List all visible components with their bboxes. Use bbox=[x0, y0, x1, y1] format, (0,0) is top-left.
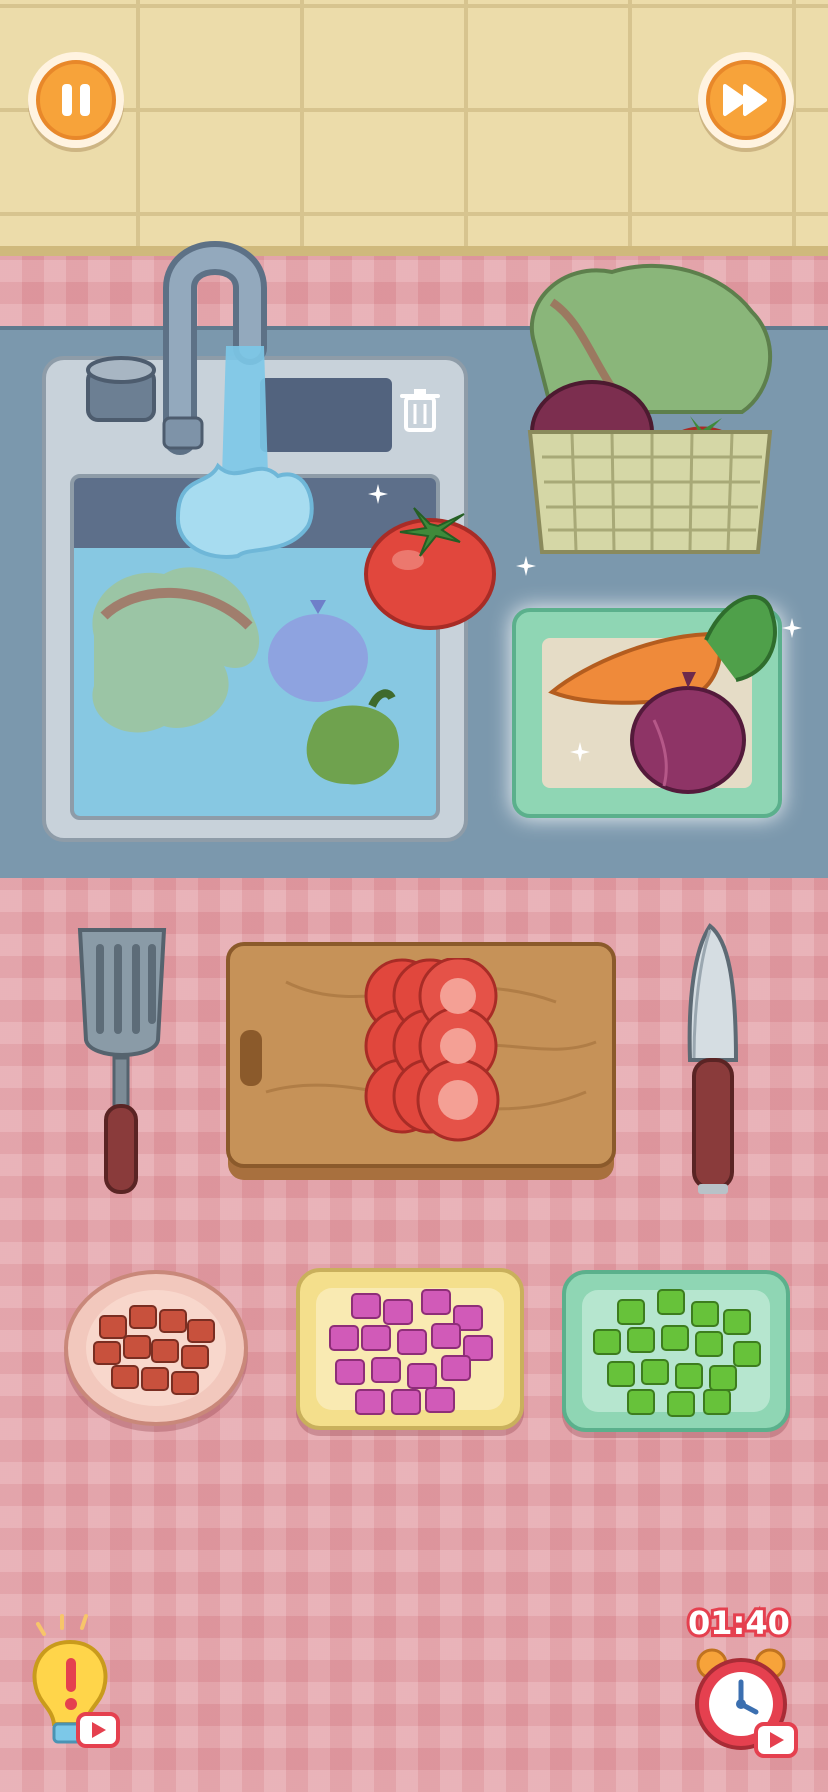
fast-forward-icon bbox=[706, 60, 786, 140]
pause-icon bbox=[36, 60, 116, 140]
trash-icon[interactable] bbox=[398, 384, 442, 436]
diced-meat bbox=[93, 1305, 215, 1395]
timer-label-wrap: 01:40 bbox=[684, 1601, 804, 1645]
video-ad-icon bbox=[754, 1722, 798, 1758]
sparkle-icon bbox=[782, 618, 802, 638]
knife[interactable] bbox=[678, 920, 748, 1200]
timer-text: 01:40 bbox=[685, 1601, 793, 1645]
tomato-held[interactable] bbox=[360, 498, 500, 632]
purple-onion-tray[interactable] bbox=[296, 1268, 524, 1430]
lettuce-in-water[interactable] bbox=[74, 556, 274, 746]
diced-green-pepper bbox=[593, 1289, 761, 1417]
sparkle-icon bbox=[570, 742, 590, 762]
fast-forward-button[interactable] bbox=[698, 52, 794, 148]
red-onion[interactable] bbox=[624, 670, 754, 800]
meat-plate[interactable] bbox=[64, 1270, 248, 1426]
water-stream bbox=[175, 346, 314, 559]
hint-button[interactable] bbox=[28, 1612, 124, 1750]
wall-trim bbox=[0, 246, 828, 256]
spatula[interactable] bbox=[70, 920, 174, 1196]
sink-knob-left[interactable] bbox=[86, 352, 156, 426]
pause-button[interactable] bbox=[28, 52, 124, 148]
timer-button[interactable] bbox=[690, 1646, 802, 1758]
vegetable-basket[interactable] bbox=[522, 262, 778, 562]
sliced-tomato[interactable] bbox=[362, 958, 502, 1146]
green-pepper-in-water[interactable] bbox=[292, 688, 412, 798]
diced-purple-onion bbox=[329, 1289, 493, 1415]
sparkle-icon bbox=[368, 484, 388, 504]
video-ad-icon bbox=[76, 1712, 120, 1748]
kitchen-wall bbox=[0, 0, 828, 252]
green-pepper-tray[interactable] bbox=[562, 1270, 790, 1432]
